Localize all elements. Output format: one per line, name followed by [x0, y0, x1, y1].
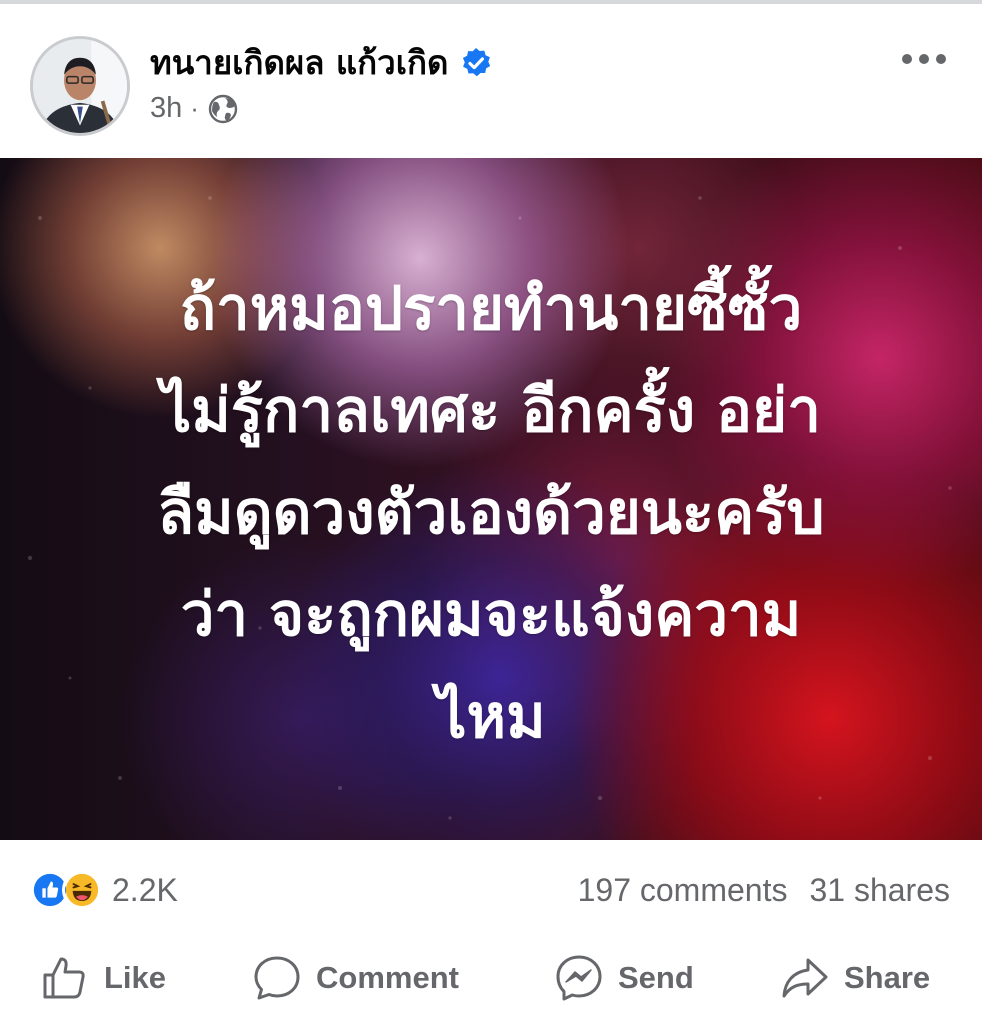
- post-text-line: ไหม: [436, 682, 546, 752]
- post-text-line: ไม่รู้กาลเทศะ อีกครั้ง อย่า: [161, 376, 821, 446]
- author-line: ทนายเกิดผล แก้วเกิด: [150, 46, 492, 79]
- author-name[interactable]: ทนายเกิดผล แก้วเกิด: [150, 46, 448, 79]
- more-options-icon[interactable]: [902, 44, 946, 74]
- avatar[interactable]: [30, 36, 130, 136]
- comment-button[interactable]: Comment: [252, 950, 459, 1006]
- send-button[interactable]: Send: [554, 950, 694, 1006]
- post-meta: 3h ·: [150, 92, 239, 125]
- like-label: Like: [104, 960, 167, 995]
- comment-label: Comment: [316, 960, 459, 995]
- share-button[interactable]: Share: [780, 950, 930, 1006]
- post-text-background: ถ้าหมอปรายทำนายซี้ซั้ว ไม่รู้กาลเทศะ อีก…: [0, 158, 982, 840]
- engagement-counts: 197 comments 31 shares: [578, 872, 950, 909]
- comment-icon: [252, 953, 302, 1003]
- post-text: ถ้าหมอปรายทำนายซี้ซั้ว ไม่รู้กาลเทศะ อีก…: [0, 258, 982, 768]
- post-header: ทนายเกิดผล แก้วเกิด 3h ·: [0, 4, 982, 158]
- post-text-line: ถ้าหมอปรายทำนายซี้ซั้ว: [179, 274, 803, 344]
- post-action-bar: Like Comment Send Share: [0, 936, 982, 1024]
- reaction-count: 2.2K: [112, 871, 178, 908]
- haha-reaction-icon: [62, 870, 102, 910]
- shares-count[interactable]: 31 shares: [809, 872, 950, 909]
- thumbs-up-icon: [40, 953, 90, 1003]
- send-label: Send: [618, 960, 694, 995]
- verified-badge-icon: [460, 47, 492, 79]
- share-label: Share: [844, 960, 931, 995]
- reactions-summary[interactable]: 2.2K: [30, 870, 178, 910]
- globe-icon: [207, 93, 239, 125]
- share-arrow-icon: [780, 953, 830, 1003]
- like-button[interactable]: Like: [40, 950, 166, 1006]
- post-stats: 2.2K 197 comments 31 shares: [0, 840, 982, 936]
- comments-count[interactable]: 197 comments: [578, 872, 788, 909]
- meta-separator: ·: [190, 93, 199, 123]
- post-time[interactable]: 3h: [150, 92, 182, 125]
- post-text-line: ว่า จะถูกผมจะแจ้งความ: [180, 580, 802, 650]
- messenger-icon: [554, 953, 604, 1003]
- post-text-line: ลืมดูดวงตัวเองด้วยนะครับ: [157, 478, 825, 548]
